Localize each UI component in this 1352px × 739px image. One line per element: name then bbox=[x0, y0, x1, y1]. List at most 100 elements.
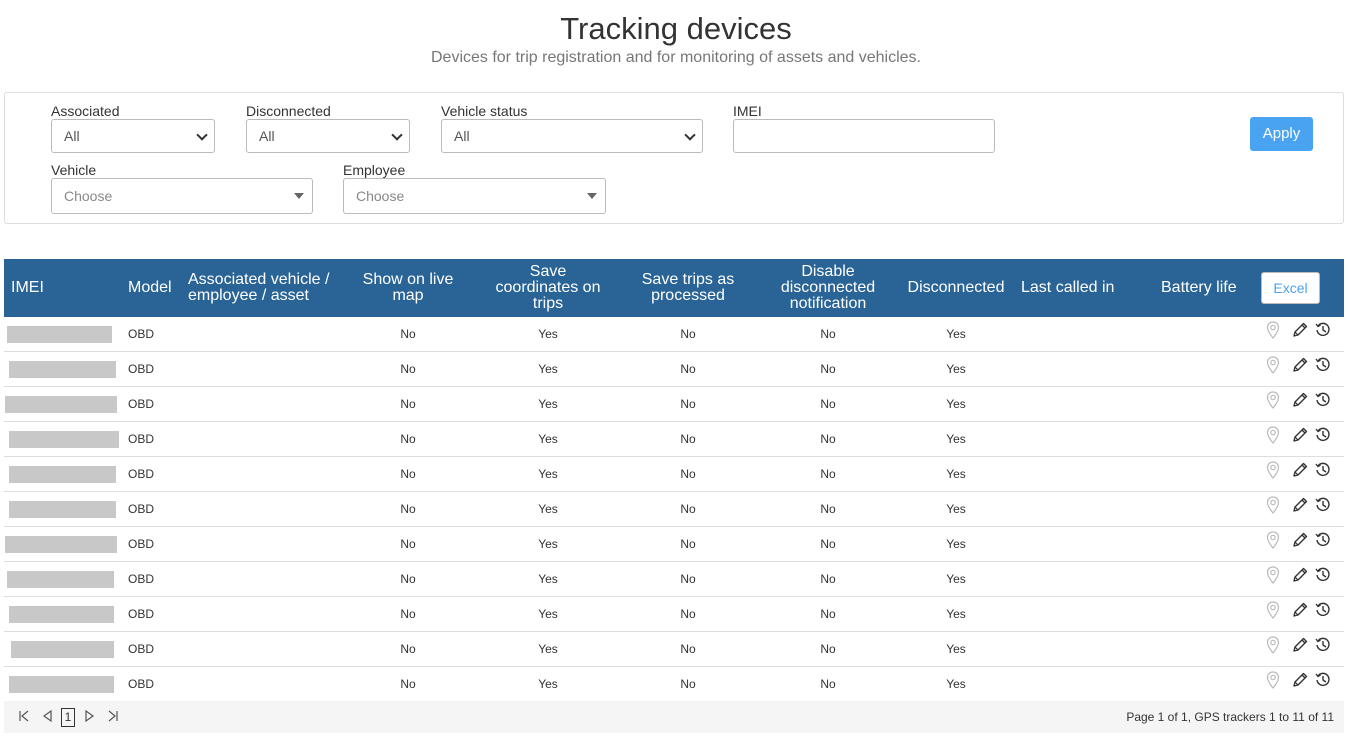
imei-input[interactable] bbox=[733, 119, 995, 153]
chevron-down-icon bbox=[684, 129, 696, 141]
cell-save-coords: Yes bbox=[538, 432, 558, 446]
history-icon[interactable] bbox=[1314, 426, 1332, 446]
cell-model: OBD bbox=[128, 362, 155, 376]
history-icon[interactable] bbox=[1314, 496, 1332, 516]
pencil-icon[interactable] bbox=[1291, 356, 1309, 376]
vehicle-status-select[interactable]: All bbox=[441, 119, 703, 153]
cell-save-processed: No bbox=[680, 362, 696, 376]
pencil-icon[interactable] bbox=[1291, 426, 1309, 446]
map-pin-icon[interactable] bbox=[1266, 636, 1284, 656]
pencil-icon[interactable] bbox=[1291, 461, 1309, 481]
col-show-live[interactable]: Show on live map bbox=[352, 259, 464, 317]
devices-table: IMEI Model Associated vehicle / employee… bbox=[4, 259, 1344, 702]
map-pin-icon[interactable] bbox=[1266, 601, 1284, 621]
first-page-icon[interactable] bbox=[18, 709, 30, 723]
employee-select-value: Choose bbox=[356, 188, 405, 204]
map-pin-icon[interactable] bbox=[1266, 426, 1284, 446]
cell-save-processed: No bbox=[680, 572, 696, 586]
associated-select[interactable]: All bbox=[51, 119, 215, 153]
col-imei[interactable]: IMEI bbox=[11, 259, 44, 317]
col-last-called[interactable]: Last called in bbox=[1021, 259, 1114, 317]
cell-model: OBD bbox=[128, 397, 155, 411]
col-disconnected[interactable]: Disconnected bbox=[902, 259, 1010, 317]
map-pin-icon[interactable] bbox=[1266, 496, 1284, 516]
map-pin-icon[interactable] bbox=[1266, 321, 1284, 341]
imei-redacted bbox=[9, 361, 116, 378]
table-row[interactable]: OBD No Yes No No Yes bbox=[4, 387, 1344, 422]
imei-redacted bbox=[5, 396, 117, 413]
table-row[interactable]: OBD No Yes No No Yes bbox=[4, 352, 1344, 387]
cell-save-processed: No bbox=[680, 607, 696, 621]
history-icon[interactable] bbox=[1314, 566, 1332, 586]
col-model[interactable]: Model bbox=[128, 259, 172, 317]
map-pin-icon[interactable] bbox=[1266, 461, 1284, 481]
employee-label: Employee bbox=[343, 162, 406, 178]
history-icon[interactable] bbox=[1314, 356, 1332, 376]
vehicle-select[interactable]: Choose bbox=[51, 178, 313, 214]
pencil-icon[interactable] bbox=[1291, 671, 1309, 691]
history-icon[interactable] bbox=[1314, 321, 1332, 341]
cell-model: OBD bbox=[128, 642, 155, 656]
cell-disable-notif: No bbox=[820, 642, 836, 656]
map-pin-icon[interactable] bbox=[1266, 356, 1284, 376]
col-battery[interactable]: Battery life bbox=[1161, 259, 1237, 317]
table-row[interactable]: OBD No Yes No No Yes bbox=[4, 317, 1344, 352]
map-pin-icon[interactable] bbox=[1266, 531, 1284, 551]
pencil-icon[interactable] bbox=[1291, 601, 1309, 621]
cell-disable-notif: No bbox=[820, 572, 836, 586]
table-row[interactable]: OBD No Yes No No Yes bbox=[4, 457, 1344, 492]
table-row[interactable]: OBD No Yes No No Yes bbox=[4, 492, 1344, 527]
cell-save-coords: Yes bbox=[538, 642, 558, 656]
cell-disable-notif: No bbox=[820, 327, 836, 341]
cell-model: OBD bbox=[128, 327, 155, 341]
table-row[interactable]: OBD No Yes No No Yes bbox=[4, 597, 1344, 632]
next-page-icon[interactable] bbox=[84, 709, 96, 723]
pencil-icon[interactable] bbox=[1291, 496, 1309, 516]
disconnected-select[interactable]: All bbox=[246, 119, 410, 153]
cell-disconnected: Yes bbox=[946, 642, 966, 656]
history-icon[interactable] bbox=[1314, 601, 1332, 621]
map-pin-icon[interactable] bbox=[1266, 671, 1284, 691]
col-associated[interactable]: Associated vehicle / employee / asset bbox=[188, 259, 330, 317]
filter-panel: Associated All Disconnected All Vehicle … bbox=[4, 92, 1344, 224]
map-pin-icon[interactable] bbox=[1266, 566, 1284, 586]
imei-redacted bbox=[9, 606, 114, 623]
cell-show-live: No bbox=[400, 327, 416, 341]
pencil-icon[interactable] bbox=[1291, 566, 1309, 586]
pencil-icon[interactable] bbox=[1291, 636, 1309, 656]
history-icon[interactable] bbox=[1314, 531, 1332, 551]
cell-disconnected: Yes bbox=[946, 607, 966, 621]
previous-page-icon[interactable] bbox=[41, 709, 53, 723]
table-body: OBD No Yes No No Yes OBD No Yes No No Yes OBD No Yes No… bbox=[4, 317, 1344, 702]
pencil-icon[interactable] bbox=[1291, 321, 1309, 341]
history-icon[interactable] bbox=[1314, 671, 1332, 691]
table-row[interactable]: OBD No Yes No No Yes bbox=[4, 632, 1344, 667]
last-page-icon[interactable] bbox=[107, 709, 119, 723]
history-icon[interactable] bbox=[1314, 461, 1332, 481]
pencil-icon[interactable] bbox=[1291, 391, 1309, 411]
page-title: Tracking devices bbox=[560, 11, 792, 46]
cell-save-coords: Yes bbox=[538, 677, 558, 691]
col-disable-notif[interactable]: Disable disconnected notification bbox=[768, 259, 888, 317]
cell-model: OBD bbox=[128, 572, 155, 586]
cell-disconnected: Yes bbox=[946, 537, 966, 551]
col-save-processed[interactable]: Save trips as processed bbox=[628, 259, 748, 317]
apply-button[interactable]: Apply bbox=[1250, 117, 1313, 151]
employee-select[interactable]: Choose bbox=[343, 178, 606, 214]
table-row[interactable]: OBD No Yes No No Yes bbox=[4, 422, 1344, 457]
cell-show-live: No bbox=[400, 397, 416, 411]
col-save-coords[interactable]: Save coordinates on trips bbox=[488, 259, 608, 317]
map-pin-icon[interactable] bbox=[1266, 391, 1284, 411]
table-row[interactable]: OBD No Yes No No Yes bbox=[4, 527, 1344, 562]
history-icon[interactable] bbox=[1314, 391, 1332, 411]
cell-disable-notif: No bbox=[820, 397, 836, 411]
table-row[interactable]: OBD No Yes No No Yes bbox=[4, 667, 1344, 702]
imei-redacted bbox=[7, 571, 114, 588]
excel-export-button[interactable]: Excel bbox=[1261, 272, 1320, 304]
caret-down-icon bbox=[587, 193, 597, 199]
history-icon[interactable] bbox=[1314, 636, 1332, 656]
cell-save-coords: Yes bbox=[538, 327, 558, 341]
current-page-number[interactable]: 1 bbox=[61, 708, 75, 727]
table-row[interactable]: OBD No Yes No No Yes bbox=[4, 562, 1344, 597]
pencil-icon[interactable] bbox=[1291, 531, 1309, 551]
